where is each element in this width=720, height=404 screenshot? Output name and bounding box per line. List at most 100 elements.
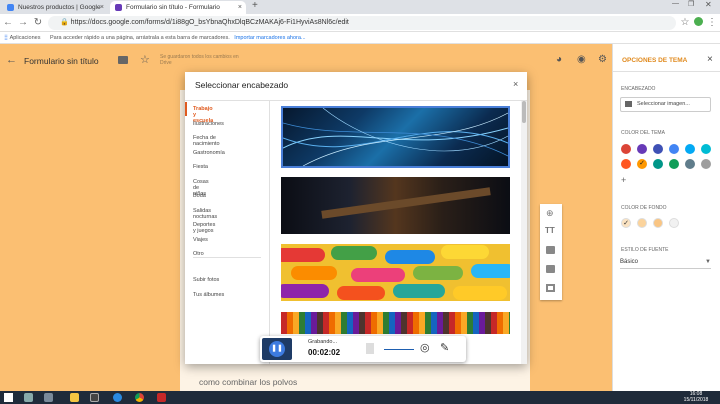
candy-shape [337, 286, 385, 300]
pen-draw-icon[interactable]: ✎ [440, 341, 449, 354]
task-view-icon[interactable] [44, 393, 53, 402]
theme-color-swatch[interactable] [685, 144, 695, 154]
chrome-icon[interactable] [135, 393, 144, 402]
header-image-guitar[interactable] [281, 177, 510, 234]
category-item[interactable]: Fecha de nacimiento [193, 135, 220, 147]
upload-photos-link[interactable]: Subir fotos [193, 277, 219, 283]
close-tab-icon[interactable]: × [238, 1, 242, 14]
store-icon[interactable] [90, 393, 99, 402]
back-icon[interactable]: ← [3, 17, 13, 29]
add-title-icon[interactable]: TT [545, 226, 555, 235]
candy-shape [351, 268, 405, 282]
dialog-title: Seleccionar encabezado [195, 80, 289, 90]
import-bookmarks-link[interactable]: Importar marcadores ahora... [234, 35, 305, 41]
extension-icon[interactable] [694, 17, 703, 26]
theme-color-swatch[interactable] [669, 144, 679, 154]
font-style-select[interactable]: Básico ▼ [620, 255, 711, 269]
preview-eye-icon[interactable]: ◉ [577, 54, 586, 65]
apps-icon[interactable]: ⣿ [4, 35, 8, 41]
category-item[interactable]: Salidas nocturnas [193, 208, 217, 220]
candy-shape [331, 246, 377, 260]
clock-date: 15/11/2018 [683, 397, 709, 403]
add-section-icon[interactable] [546, 284, 555, 292]
category-divider [193, 257, 261, 258]
apps-link[interactable]: Aplicaciones [10, 35, 41, 41]
custom-color-add-icon[interactable]: + [621, 175, 626, 185]
maximize-icon[interactable]: ❐ [688, 0, 694, 8]
reload-icon[interactable]: ↻ [33, 17, 43, 29]
save-status: Se guardaron todos los cambios en Drive [160, 54, 239, 66]
microphone-icon[interactable]: ◎ [420, 341, 430, 354]
selected-category-indicator [185, 102, 187, 116]
url-text: https://docs.google.com/forms/d/1i88gO_b… [70, 19, 349, 26]
category-item[interactable]: Boda [193, 193, 206, 199]
search-icon[interactable] [24, 393, 33, 402]
tab-google-products[interactable]: Nuestros productos | Google × [2, 1, 108, 14]
start-windows-icon[interactable] [4, 393, 13, 402]
category-item[interactable]: Fiesta [193, 164, 208, 170]
theme-color-swatch[interactable] [701, 159, 711, 169]
scrollbar-track[interactable] [521, 101, 527, 364]
theme-color-swatch[interactable] [621, 144, 631, 154]
your-albums-link[interactable]: Tus álbumes [193, 292, 224, 298]
header-image-yarn[interactable] [281, 312, 510, 334]
header-image-fiber-optics[interactable] [281, 106, 510, 168]
theme-color-swatch[interactable] [621, 159, 631, 169]
category-item[interactable]: Ilustraciones [193, 121, 224, 127]
category-item[interactable]: Gastronomía [193, 150, 225, 156]
candy-shape [453, 286, 507, 300]
background-color-swatch[interactable] [653, 218, 663, 228]
category-item[interactable]: Viajes [193, 237, 208, 243]
select-image-button[interactable]: Seleccionar imagen... [620, 97, 711, 112]
back-arrow-icon[interactable]: ← [6, 54, 17, 66]
menu-icon[interactable]: ⋮ [707, 17, 717, 29]
fiber-lines [282, 107, 509, 167]
background-color-swatch[interactable]: ✓ [621, 218, 631, 228]
palette-icon[interactable]: ◕ [556, 54, 562, 65]
file-explorer-icon[interactable] [70, 393, 79, 402]
theme-color-swatch[interactable] [701, 144, 711, 154]
add-video-icon[interactable] [546, 265, 555, 273]
theme-color-swatch[interactable] [653, 159, 663, 169]
question-toolbar: ⊕ TT [540, 204, 562, 300]
address-bar[interactable]: 🔒 https://docs.google.com/forms/d/1i88gO… [48, 16, 676, 30]
tab-form[interactable]: Formulario sin título - Formulario × [110, 1, 246, 14]
select-image-label: Seleccionar imagen... [637, 101, 690, 107]
form-title[interactable]: Formulario sin título [24, 56, 99, 66]
window-close-icon[interactable]: ✕ [705, 0, 712, 9]
header-image-candies[interactable] [281, 244, 510, 301]
candy-shape [281, 284, 329, 298]
forward-icon[interactable]: → [18, 17, 28, 29]
close-panel-icon[interactable]: × [707, 54, 713, 65]
folder-icon[interactable] [118, 56, 128, 64]
background-color-swatch[interactable] [669, 218, 679, 228]
close-tab-icon[interactable]: × [100, 1, 104, 14]
add-question-icon[interactable]: ⊕ [546, 208, 554, 219]
minimize-icon[interactable]: — [672, 0, 679, 7]
star-icon[interactable]: ☆ [140, 53, 150, 66]
theme-panel-title: OPCIONES DE TEMA [622, 57, 688, 64]
volume-slider[interactable] [384, 349, 414, 350]
new-tab-button[interactable]: + [252, 0, 258, 11]
question-text[interactable]: como combinar los polvos [199, 377, 297, 387]
settings-gear-icon[interactable]: ⚙ [598, 54, 607, 65]
scrollbar-thumb[interactable] [522, 101, 526, 123]
star-bookmark-icon[interactable]: ☆ [680, 17, 690, 29]
theme-color-swatch[interactable] [685, 159, 695, 169]
background-color-swatch[interactable] [637, 218, 647, 228]
theme-color-swatch[interactable] [653, 144, 663, 154]
edge-icon[interactable] [113, 393, 122, 402]
webcam-icon[interactable] [366, 343, 374, 354]
pause-icon[interactable]: ❚❚ [269, 341, 285, 357]
dialog-close-icon[interactable]: × [513, 79, 518, 89]
windows-taskbar: 16:08 15/11/2018 [0, 391, 720, 404]
theme-color-swatch[interactable] [637, 144, 647, 154]
system-clock[interactable]: 16:08 15/11/2018 [678, 391, 714, 403]
category-item[interactable]: Deportes y juegos [193, 222, 215, 234]
google-favicon-icon [7, 4, 14, 11]
add-image-icon[interactable] [546, 246, 555, 254]
theme-options-panel: OPCIONES DE TEMA × ENCABEZADO Selecciona… [612, 44, 720, 391]
recorder-app-icon[interactable] [157, 393, 166, 402]
theme-color-swatch[interactable]: ✓ [637, 159, 647, 169]
theme-color-swatch[interactable] [669, 159, 679, 169]
